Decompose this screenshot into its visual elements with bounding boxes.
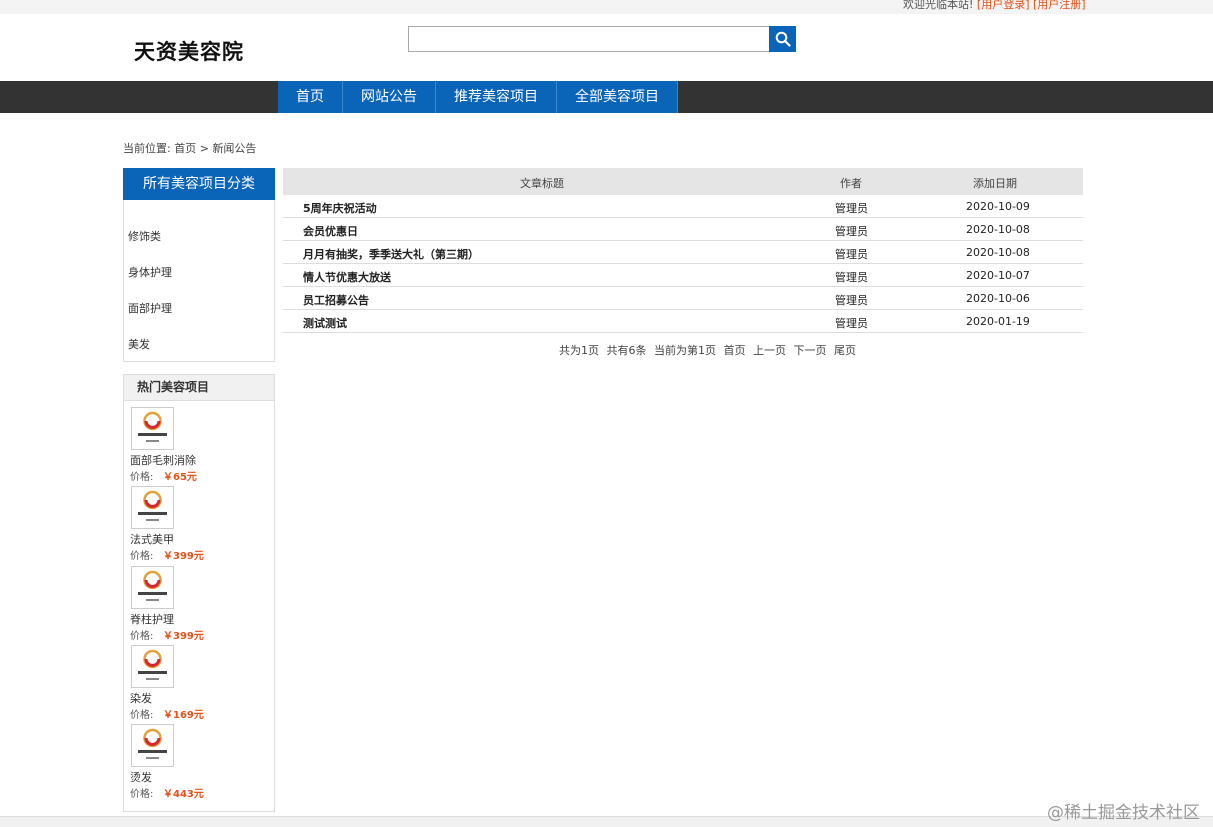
hot-project-item[interactable]: 脊柱护理 价格: ￥399元 <box>130 566 270 644</box>
nav-item-home[interactable]: 首页 <box>278 81 343 113</box>
category-item[interactable]: 修饰类 <box>128 228 161 244</box>
welcome-bar: 欢迎光临本站! [用户登录] [用户注册] <box>903 0 1086 12</box>
hot-project-item[interactable]: 面部毛刺消除 价格: ￥65元 <box>130 407 270 485</box>
table-row: 情人节优惠大放送 管理员 2020-10-07 <box>283 264 1083 287</box>
pager-total-pages: 共为1页 <box>559 344 599 357</box>
hot-project-item[interactable]: 染发 价格: ￥169元 <box>130 645 270 723</box>
project-price: ￥399元 <box>163 551 204 562</box>
project-thumbnail[interactable] <box>131 566 174 609</box>
article-table: 文章标题 作者 添加日期 5周年庆祝活动 管理员 2020-10-09 会员优惠… <box>283 168 1083 333</box>
header-author: 作者 <box>840 177 862 190</box>
article-date: 2020-01-19 <box>966 315 1030 328</box>
site-logo[interactable]: 天资美容院 <box>134 36 244 66</box>
header-date: 添加日期 <box>973 177 1017 190</box>
table-row: 会员优惠日 管理员 2020-10-08 <box>283 218 1083 241</box>
brand-logo-icon <box>138 490 167 521</box>
table-row: 测试测试 管理员 2020-01-19 <box>283 310 1083 333</box>
article-date: 2020-10-07 <box>966 269 1030 282</box>
price-label: 价格: <box>130 472 154 483</box>
pager-next-link[interactable]: 下一页 <box>794 344 827 357</box>
search-button[interactable] <box>769 26 796 52</box>
project-thumbnail[interactable] <box>131 486 174 529</box>
article-author: 管理员 <box>835 225 868 238</box>
project-name[interactable]: 面部毛刺消除 <box>130 452 196 468</box>
table-row: 5周年庆祝活动 管理员 2020-10-09 <box>283 195 1083 218</box>
footer-divider <box>0 816 1213 827</box>
brand-logo-icon <box>138 728 167 759</box>
brand-logo-icon <box>138 649 167 680</box>
article-title-link[interactable]: 情人节优惠大放送 <box>303 271 391 284</box>
article-title-link[interactable]: 会员优惠日 <box>303 225 358 238</box>
search-input[interactable] <box>408 26 770 52</box>
nav-item-recommended[interactable]: 推荐美容项目 <box>436 81 557 113</box>
table-row: 员工招募公告 管理员 2020-10-06 <box>283 287 1083 310</box>
article-author: 管理员 <box>835 248 868 261</box>
project-name[interactable]: 法式美甲 <box>130 531 174 547</box>
category-item[interactable]: 面部护理 <box>128 300 172 316</box>
project-thumbnail[interactable] <box>131 724 174 767</box>
breadcrumb-home[interactable]: 首页 <box>174 142 196 155</box>
project-thumbnail[interactable] <box>131 407 174 450</box>
register-link[interactable]: [用户注册] <box>1033 0 1086 11</box>
search-icon <box>775 31 791 47</box>
brand-logo-icon <box>138 570 167 601</box>
brand-logo-icon <box>138 411 167 442</box>
pagination: 共为1页 共有6条 当前为第1页 首页 上一页 下一页 尾页 <box>559 342 856 358</box>
breadcrumb-current: 新闻公告 <box>212 142 257 155</box>
table-row: 月月有抽奖，季季送大礼（第三期） 管理员 2020-10-08 <box>283 241 1083 264</box>
article-title-link[interactable]: 月月有抽奖，季季送大礼（第三期） <box>303 248 479 261</box>
category-list: 修饰类 身体护理 面部护理 美发 <box>123 200 275 362</box>
top-bar: 欢迎光临本站! [用户登录] [用户注册] <box>0 0 1213 14</box>
category-item[interactable]: 身体护理 <box>128 264 172 280</box>
article-author: 管理员 <box>835 202 868 215</box>
project-price: ￥443元 <box>163 789 204 800</box>
hot-projects-title: 热门美容项目 <box>123 374 275 401</box>
nav-item-all-projects[interactable]: 全部美容项目 <box>557 81 678 113</box>
article-date: 2020-10-08 <box>966 246 1030 259</box>
breadcrumb-prefix: 当前位置: <box>123 142 171 155</box>
project-name[interactable]: 染发 <box>130 690 152 706</box>
price-label: 价格: <box>130 551 154 562</box>
category-title: 所有美容项目分类 <box>123 168 275 200</box>
pager-prev-link[interactable]: 上一页 <box>753 344 786 357</box>
breadcrumb: 当前位置: 首页 > 新闻公告 <box>123 140 256 156</box>
pager-current: 当前为第1页 <box>654 344 716 357</box>
project-name[interactable]: 脊柱护理 <box>130 611 174 627</box>
article-title-link[interactable]: 测试测试 <box>303 317 347 330</box>
project-price: ￥169元 <box>163 710 204 721</box>
price-label: 价格: <box>130 710 154 721</box>
table-header: 文章标题 作者 添加日期 <box>283 168 1083 195</box>
project-price: ￥399元 <box>163 631 204 642</box>
header-title: 文章标题 <box>520 177 564 190</box>
hot-project-item[interactable]: 烫发 价格: ￥443元 <box>130 724 270 802</box>
breadcrumb-separator: > <box>199 142 209 155</box>
pager-total-items: 共有6条 <box>606 344 647 357</box>
price-label: 价格: <box>130 789 154 800</box>
login-link[interactable]: [用户登录] <box>977 0 1030 11</box>
article-date: 2020-10-08 <box>966 223 1030 236</box>
watermark: @稀土掘金技术社区 <box>1047 803 1200 823</box>
hot-projects-list: 面部毛刺消除 价格: ￥65元 法式美甲 价格: ￥399元 脊柱护理 价格: <box>123 401 275 812</box>
project-price: ￥65元 <box>163 472 197 483</box>
hot-project-item[interactable]: 法式美甲 价格: ￥399元 <box>130 486 270 564</box>
project-thumbnail[interactable] <box>131 645 174 688</box>
price-label: 价格: <box>130 631 154 642</box>
article-title-link[interactable]: 员工招募公告 <box>303 294 369 307</box>
nav-menu: 首页 网站公告 推荐美容项目 全部美容项目 <box>278 81 678 113</box>
article-date: 2020-10-06 <box>966 292 1030 305</box>
pager-first-link[interactable]: 首页 <box>724 344 746 357</box>
nav-item-announcements[interactable]: 网站公告 <box>343 81 436 113</box>
article-author: 管理员 <box>835 317 868 330</box>
article-title-link[interactable]: 5周年庆祝活动 <box>303 202 377 215</box>
pager-last-link[interactable]: 尾页 <box>834 344 856 357</box>
main-nav: 首页 网站公告 推荐美容项目 全部美容项目 <box>0 81 1213 113</box>
project-name[interactable]: 烫发 <box>130 769 152 785</box>
category-item[interactable]: 美发 <box>128 336 150 352</box>
article-author: 管理员 <box>835 271 868 284</box>
article-author: 管理员 <box>835 294 868 307</box>
search-box <box>408 26 796 52</box>
article-date: 2020-10-09 <box>966 200 1030 213</box>
welcome-text: 欢迎光临本站! <box>903 0 974 11</box>
